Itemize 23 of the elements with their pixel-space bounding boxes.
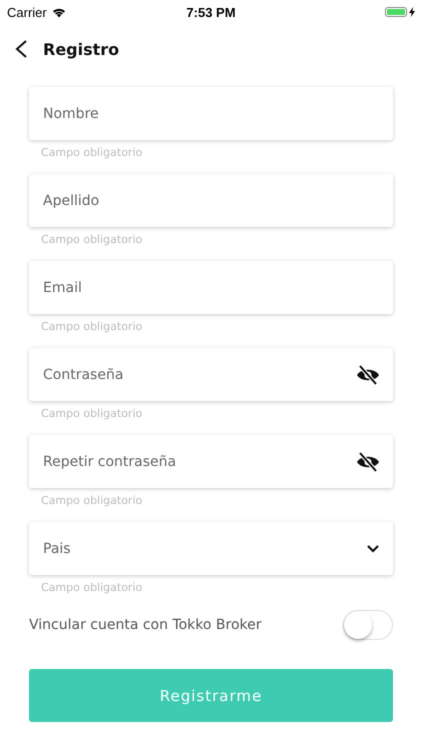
register-button[interactable]: Registrarme bbox=[29, 669, 393, 722]
helper-text: Campo obligatorio bbox=[41, 146, 144, 160]
chevron-down-icon[interactable] bbox=[366, 544, 380, 554]
helper-text: Campo obligatorio bbox=[41, 407, 144, 421]
helper-text: Campo obligatorio bbox=[41, 233, 144, 247]
input-field[interactable]: Repetir contraseña bbox=[29, 435, 393, 488]
battery-icon bbox=[385, 7, 407, 17]
toggle-switch[interactable] bbox=[343, 610, 393, 640]
helper-text: Campo obligatorio bbox=[41, 320, 144, 334]
helper-text: Campo obligatorio bbox=[41, 581, 144, 595]
eye-slash-icon[interactable] bbox=[356, 452, 380, 472]
input-field[interactable]: Apellido bbox=[29, 174, 393, 227]
screen-title: Registro bbox=[43, 40, 120, 58]
wifi-icon bbox=[52, 6, 66, 18]
clock-time: 7:53 PM bbox=[186, 4, 236, 20]
toggle-label: Vincular cuenta con Tokko Broker bbox=[29, 617, 262, 633]
carrier-label: Carrier bbox=[7, 4, 47, 20]
eye-slash-icon[interactable] bbox=[356, 364, 380, 384]
input-field[interactable]: Contraseña bbox=[29, 348, 393, 401]
input-field[interactable]: Nombre bbox=[29, 87, 393, 140]
helper-text: Campo obligatorio bbox=[41, 494, 144, 508]
input-field[interactable]: Email bbox=[29, 261, 393, 314]
dropdown-field[interactable]: Pais bbox=[29, 522, 393, 575]
